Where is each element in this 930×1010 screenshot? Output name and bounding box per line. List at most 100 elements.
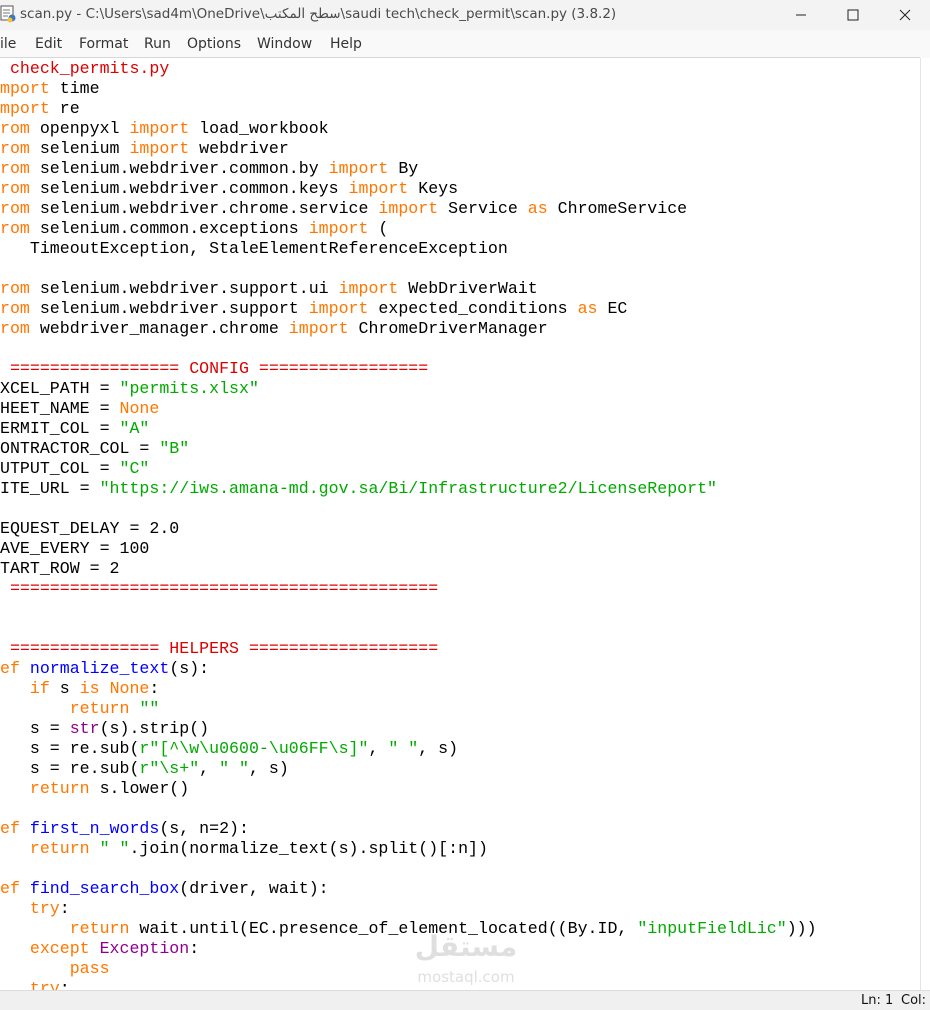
code-line[interactable]: =============== HELPERS ================… <box>0 639 438 659</box>
code-token: , <box>199 759 220 778</box>
code-line[interactable]: TimeoutException, StaleElementReferenceE… <box>0 239 508 259</box>
code-line[interactable]: TART_ROW = 2 <box>0 559 120 579</box>
code-line[interactable]: rom openpyxl import load_workbook <box>0 119 329 139</box>
code-token: s.lower() <box>89 779 190 798</box>
code-line[interactable]: rom selenium import webdriver <box>0 139 289 159</box>
code-token: webdriver <box>189 139 289 158</box>
window-title: scan.py - C:\Users\sad4m\OneDrive\سطح ال… <box>20 6 617 22</box>
code-token: import <box>129 119 190 138</box>
code-line[interactable]: rom selenium.webdriver.support import ex… <box>0 299 627 319</box>
menu-edit[interactable]: Edit <box>35 36 62 52</box>
menu-options[interactable]: Options <box>187 36 241 52</box>
code-line[interactable]: s = re.sub(r"[^\w\u0600-\u06FF\s]", " ",… <box>0 739 458 759</box>
code-line[interactable]: ================= CONFIG ===============… <box>0 359 428 379</box>
code-token: rom <box>0 159 30 178</box>
code-line[interactable]: pass <box>0 959 110 979</box>
code-editor[interactable]: check_permits.py mport time mport re rom op… <box>0 58 920 990</box>
code-line[interactable]: rom selenium.webdriver.common.by import … <box>0 159 418 179</box>
code-line[interactable]: return " ".join(normalize_text(s).split(… <box>0 839 488 859</box>
maximize-button[interactable] <box>828 0 878 30</box>
code-line[interactable]: AVE_EVERY = 100 <box>0 539 149 559</box>
code-token: return <box>69 919 130 938</box>
code-token: expected_conditions <box>368 299 578 318</box>
code-line[interactable]: if s is None: <box>0 679 160 699</box>
code-line[interactable]: rom webdriver_manager.chrome import Chro… <box>0 319 548 339</box>
code-token: openpyxl <box>29 119 130 138</box>
code-line[interactable]: s = re.sub(r"\s+", " ", s) <box>0 759 289 779</box>
menu-file[interactable]: ile <box>0 36 16 52</box>
code-token: wait.until(EC.presence_of_element_locate… <box>129 919 638 938</box>
code-token: selenium.webdriver.common.by <box>29 159 329 178</box>
code-token: rom <box>0 179 30 198</box>
code-line[interactable]: rom selenium.webdriver.chrome.service im… <box>0 199 687 219</box>
code-line[interactable]: try: <box>0 899 70 919</box>
code-token: import <box>288 319 349 338</box>
code-line[interactable]: ef first_n_words(s, n=2): <box>0 819 249 839</box>
code-token: rom <box>0 139 30 158</box>
code-token: AVE_EVERY = 100 <box>0 539 150 558</box>
code-token: is <box>79 679 100 698</box>
code-line[interactable]: rom selenium.common.exceptions import ( <box>0 219 388 239</box>
mostaql-watermark: مستقل mostaql.com <box>410 930 530 990</box>
code-line[interactable]: ========================================… <box>0 579 438 599</box>
code-line[interactable]: return s.lower() <box>0 779 189 799</box>
code-token: ChromeDriverManager <box>348 319 548 338</box>
code-line[interactable]: ITE_URL = "https://iws.amana-md.gov.sa/B… <box>0 479 717 499</box>
code-token: mport <box>0 99 50 118</box>
code-line[interactable]: XCEL_PATH = "permits.xlsx" <box>0 379 259 399</box>
code-token: Exception <box>99 939 190 958</box>
code-token: rom <box>0 119 30 138</box>
menu-help[interactable]: Help <box>330 36 362 52</box>
code-token: webdriver_manager.chrome <box>29 319 289 338</box>
code-line[interactable]: mport time <box>0 79 100 99</box>
code-line[interactable]: UTPUT_COL = "C" <box>0 459 149 479</box>
code-token: import <box>308 219 369 238</box>
code-token: : <box>59 899 70 918</box>
code-token: selenium.webdriver.common.keys <box>29 179 349 198</box>
code-line[interactable]: ef normalize_text(s): <box>0 659 209 679</box>
menu-run[interactable]: Run <box>144 36 171 52</box>
code-line[interactable]: rom selenium.webdriver.support.ui import… <box>0 279 538 299</box>
code-token: EC <box>597 299 628 318</box>
code-line[interactable]: mport re <box>0 99 80 119</box>
code-line[interactable]: HEET_NAME = None <box>0 399 159 419</box>
code-token: WebDriverWait <box>398 279 538 298</box>
code-line[interactable]: return "" <box>0 699 160 719</box>
code-line[interactable]: ef find_search_box(driver, wait): <box>0 879 329 899</box>
code-token: , s) <box>248 759 289 778</box>
code-token: HEET_NAME = <box>0 399 120 418</box>
vertical-scrollbar[interactable] <box>920 58 930 990</box>
code-token: s <box>49 679 80 698</box>
code-token: EQUEST_DELAY = 2.0 <box>0 519 180 538</box>
menu-window[interactable]: Window <box>257 36 312 52</box>
code-token: import <box>338 279 399 298</box>
code-line[interactable]: try: <box>0 979 70 990</box>
code-line[interactable]: check_permits.py <box>0 59 169 79</box>
code-token: ef <box>0 819 20 838</box>
code-token: except <box>29 939 90 958</box>
code-line[interactable]: EQUEST_DELAY = 2.0 <box>0 519 179 539</box>
code-line[interactable]: ONTRACTOR_COL = "B" <box>0 439 189 459</box>
code-token: selenium.webdriver.chrome.service <box>29 199 379 218</box>
code-line[interactable]: return wait.until(EC.presence_of_element… <box>0 919 817 939</box>
code-line[interactable]: s = str(s).strip() <box>0 719 209 739</box>
code-token: s = re.sub( <box>0 759 140 778</box>
close-button[interactable] <box>880 0 930 30</box>
code-token: try <box>29 979 60 990</box>
menu-format[interactable]: Format <box>79 36 128 52</box>
code-token: return <box>29 839 90 858</box>
minimize-button[interactable] <box>776 0 826 30</box>
code-line[interactable]: rom selenium.webdriver.common.keys impor… <box>0 179 458 199</box>
code-line[interactable]: except Exception: <box>0 939 199 959</box>
code-token: return <box>29 779 90 798</box>
code-token: "C" <box>119 459 150 478</box>
code-line[interactable]: ERMIT_COL = "A" <box>0 419 149 439</box>
code-token: as <box>527 199 548 218</box>
